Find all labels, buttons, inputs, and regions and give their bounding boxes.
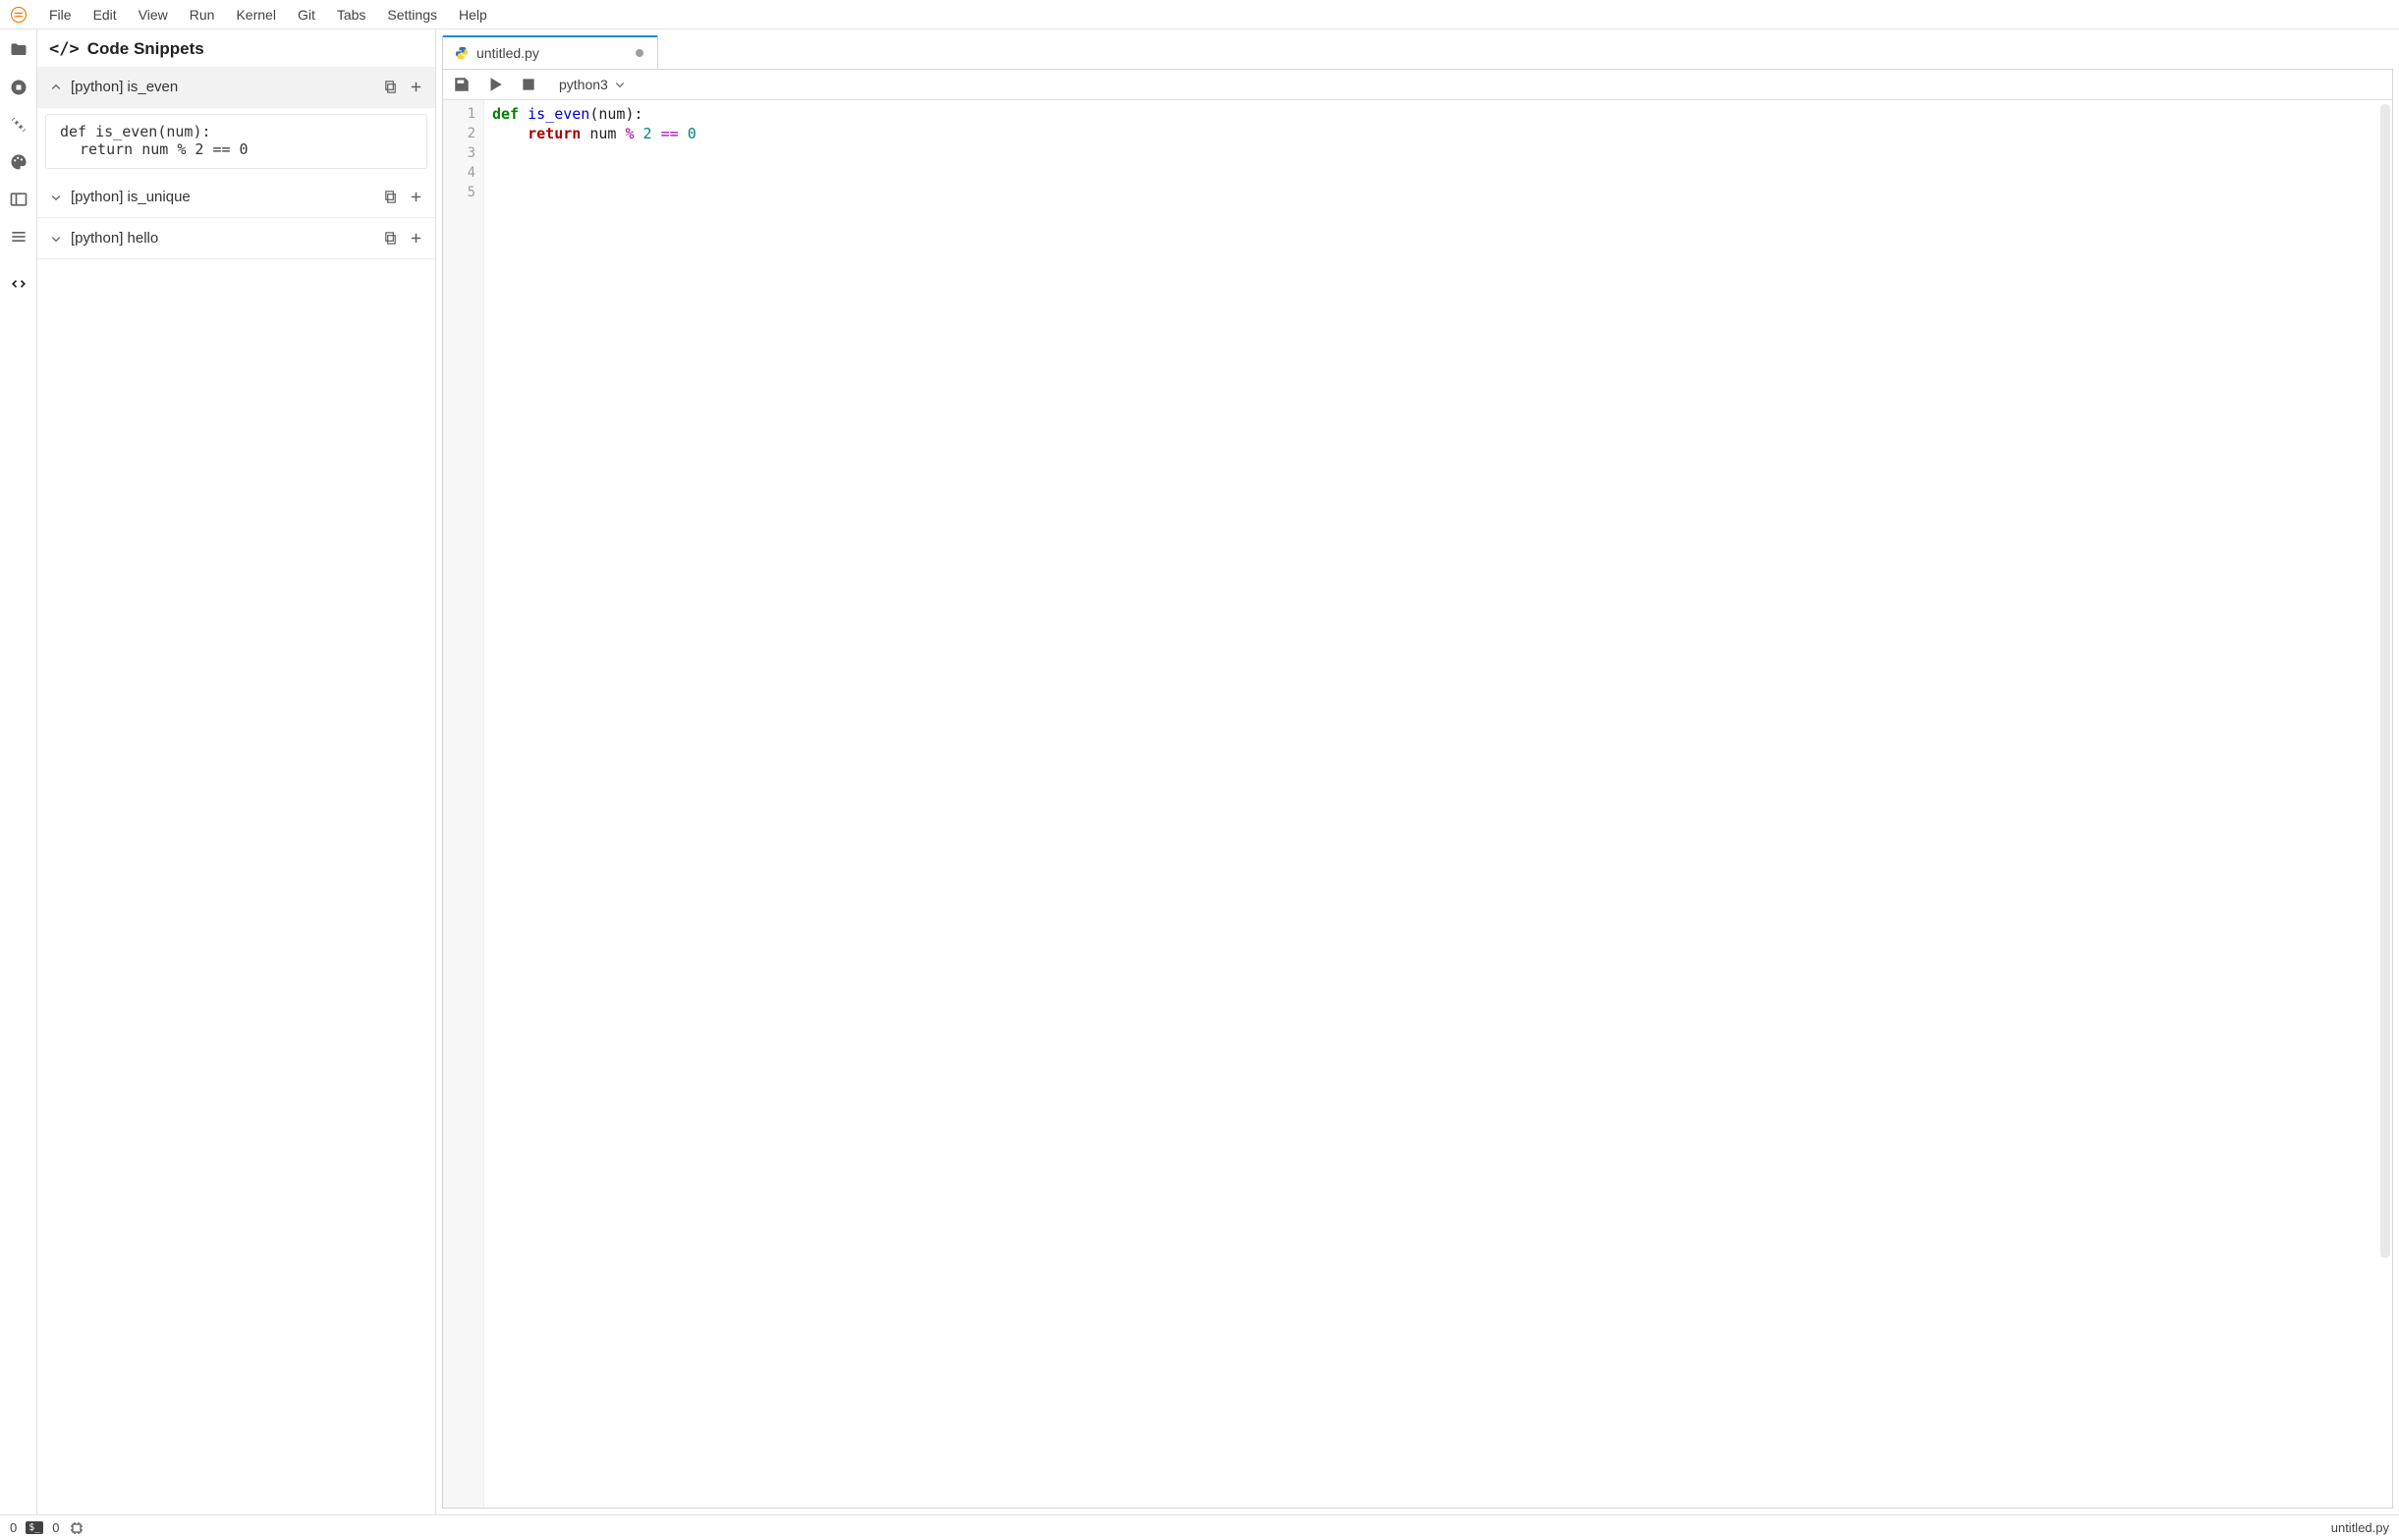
git-icon[interactable]: [8, 114, 29, 136]
scrollbar[interactable]: [2380, 104, 2390, 1258]
snippet-row-hello[interactable]: [python] hello: [37, 218, 435, 259]
chevron-up-icon: [49, 81, 63, 94]
chevron-down-icon: [614, 79, 626, 90]
menu-kernel[interactable]: Kernel: [226, 3, 285, 27]
menu-git[interactable]: Git: [288, 3, 325, 27]
line-gutter: 1 2 3 4 5: [443, 100, 484, 1508]
insert-icon[interactable]: [408, 231, 423, 247]
python-file-icon: [455, 46, 469, 60]
snippet-list: [python] is_even def is_even(num): retur…: [37, 67, 435, 1514]
code-content[interactable]: def is_even(num): return num % 2 == 0: [484, 100, 2392, 1508]
palette-icon[interactable]: [8, 151, 29, 173]
status-count-2[interactable]: 0: [52, 1520, 59, 1535]
snippet-body-is-even: def is_even(num): return num % 2 == 0: [45, 114, 427, 169]
main-area: untitled.py python3: [436, 29, 2399, 1514]
toc-icon[interactable]: [8, 226, 29, 248]
run-button[interactable]: [486, 76, 504, 93]
copy-icon[interactable]: [382, 231, 398, 247]
tab-untitled[interactable]: untitled.py: [442, 35, 658, 69]
insert-icon[interactable]: [408, 190, 423, 205]
status-filename[interactable]: untitled.py: [2331, 1520, 2389, 1535]
running-icon[interactable]: [8, 77, 29, 98]
side-panel: </> Code Snippets [python] is_even: [37, 29, 436, 1514]
side-panel-title: Code Snippets: [87, 39, 204, 59]
code-editor[interactable]: 1 2 3 4 5 def is_even(num): return num %…: [442, 100, 2393, 1509]
jupyter-logo[interactable]: [10, 6, 28, 24]
kernel-name: python3: [559, 77, 608, 92]
kernel-status-icon[interactable]: [69, 1520, 84, 1536]
code-snippets-icon[interactable]: [8, 273, 29, 295]
editor-toolbar: python3: [442, 69, 2393, 100]
menu-view[interactable]: View: [129, 3, 178, 27]
menu-edit[interactable]: Edit: [84, 3, 127, 27]
activity-bar: [0, 29, 37, 1514]
copy-icon[interactable]: [382, 80, 398, 95]
dirty-indicator-icon: [636, 49, 643, 57]
status-bar: 0 $_ 0 untitled.py: [0, 1514, 2399, 1540]
insert-icon[interactable]: [408, 80, 423, 95]
snippet-row-is-unique[interactable]: [python] is_unique: [37, 177, 435, 218]
status-count-1[interactable]: 0: [10, 1520, 17, 1535]
menubar: File Edit View Run Kernel Git Tabs Setti…: [0, 0, 2399, 29]
copy-icon[interactable]: [382, 190, 398, 205]
panel-icon[interactable]: [8, 189, 29, 210]
menu-settings[interactable]: Settings: [377, 3, 447, 27]
menu-file[interactable]: File: [39, 3, 82, 27]
snippet-label: [python] hello: [71, 230, 374, 247]
side-panel-header: </> Code Snippets: [37, 29, 435, 67]
folder-icon[interactable]: [8, 39, 29, 61]
code-icon: </>: [49, 39, 80, 59]
tab-bar: untitled.py: [442, 35, 2393, 69]
chevron-down-icon: [49, 232, 63, 246]
menu-run[interactable]: Run: [180, 3, 225, 27]
terminal-icon[interactable]: $_: [27, 1520, 42, 1536]
stop-button[interactable]: [520, 76, 537, 93]
menu-help[interactable]: Help: [449, 3, 497, 27]
save-button[interactable]: [453, 76, 471, 93]
snippet-label: [python] is_unique: [71, 189, 374, 205]
tab-title: untitled.py: [476, 45, 539, 61]
snippet-label: [python] is_even: [71, 79, 374, 95]
kernel-selector[interactable]: python3: [559, 77, 626, 92]
snippet-row-is-even[interactable]: [python] is_even: [37, 67, 435, 108]
menu-tabs[interactable]: Tabs: [327, 3, 376, 27]
chevron-down-icon: [49, 191, 63, 204]
